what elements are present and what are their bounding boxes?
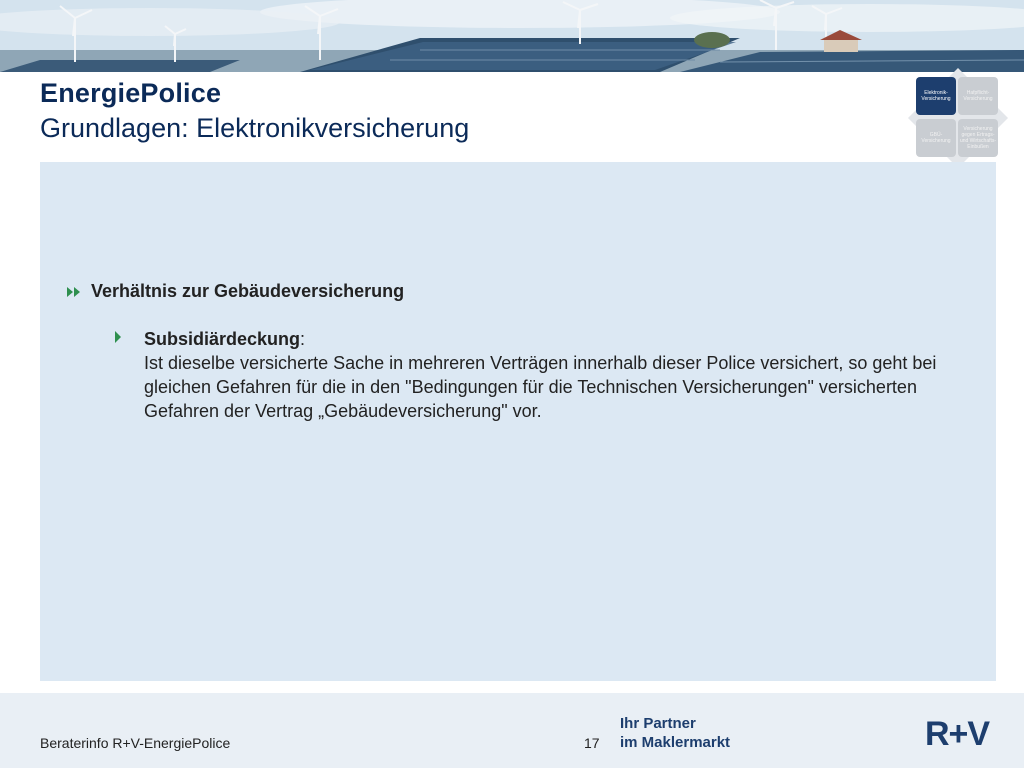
bullet-heading-text: Verhältnis zur Gebäudeversicherung (91, 281, 405, 301)
nav-cell-building: GBÜ-Versicherung (916, 119, 956, 157)
double-chevron-icon (67, 286, 80, 297)
chevron-right-icon (115, 331, 121, 343)
bullet-heading: Verhältnis zur Gebäudeversicherung (66, 281, 404, 302)
nav-cell-revenue-loss: Versicherung gegen Ertrags- und Wirtscha… (958, 119, 998, 157)
tagline-line-2: im Maklermarkt (620, 734, 731, 751)
header-banner-image (0, 0, 1024, 72)
topic-navigator: Elektronik-Versicherung Hafpflicht-Versi… (908, 68, 1008, 168)
tagline-line-1: Ihr Partner (620, 715, 696, 732)
footer-band (0, 693, 1024, 768)
page-subtitle: Grundlagen: Elektronikversicherung (40, 113, 470, 143)
nav-cell-electronics: Elektronik-Versicherung (916, 77, 956, 115)
page-number: 17 (584, 735, 600, 751)
sub-bullet-title: Subsidiärdeckung (144, 329, 301, 349)
footer-source: Beraterinfo R+V-EnergiePolice (40, 735, 231, 751)
page-title: EnergiePolice (40, 78, 222, 108)
company-logo: R+V (925, 715, 997, 754)
sub-bullet-colon: : (300, 329, 306, 349)
footer-tagline: Ihr Partner im Maklermarkt (620, 714, 730, 752)
svg-text:R+V: R+V (925, 715, 990, 749)
nav-cell-liability: Hafpflicht-Versicherung (958, 77, 998, 115)
sub-bullet-body: Ist dieselbe versicherte Sache in mehrer… (144, 353, 937, 421)
